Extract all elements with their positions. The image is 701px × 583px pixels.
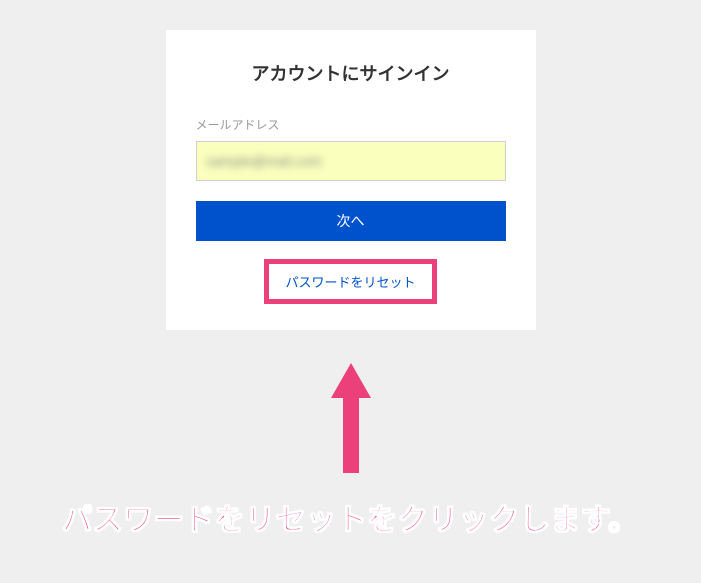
reset-password-link[interactable]: パスワードをリセット [264, 259, 436, 304]
email-label: メールアドレス [196, 116, 506, 133]
arrow-up-icon [321, 358, 381, 478]
email-value-blurred: sample@mail.com [207, 153, 322, 169]
next-button[interactable]: 次へ [196, 201, 506, 241]
instruction-text: パスワードをリセットをクリックします。 [0, 495, 701, 539]
signin-card: アカウントにサインイン メールアドレス sample@mail.com 次へ パ… [166, 30, 536, 330]
card-title: アカウントにサインイン [196, 60, 506, 86]
annotation-arrow [321, 358, 381, 478]
reset-link-container: パスワードをリセット [196, 259, 506, 304]
email-input[interactable]: sample@mail.com [196, 141, 506, 181]
